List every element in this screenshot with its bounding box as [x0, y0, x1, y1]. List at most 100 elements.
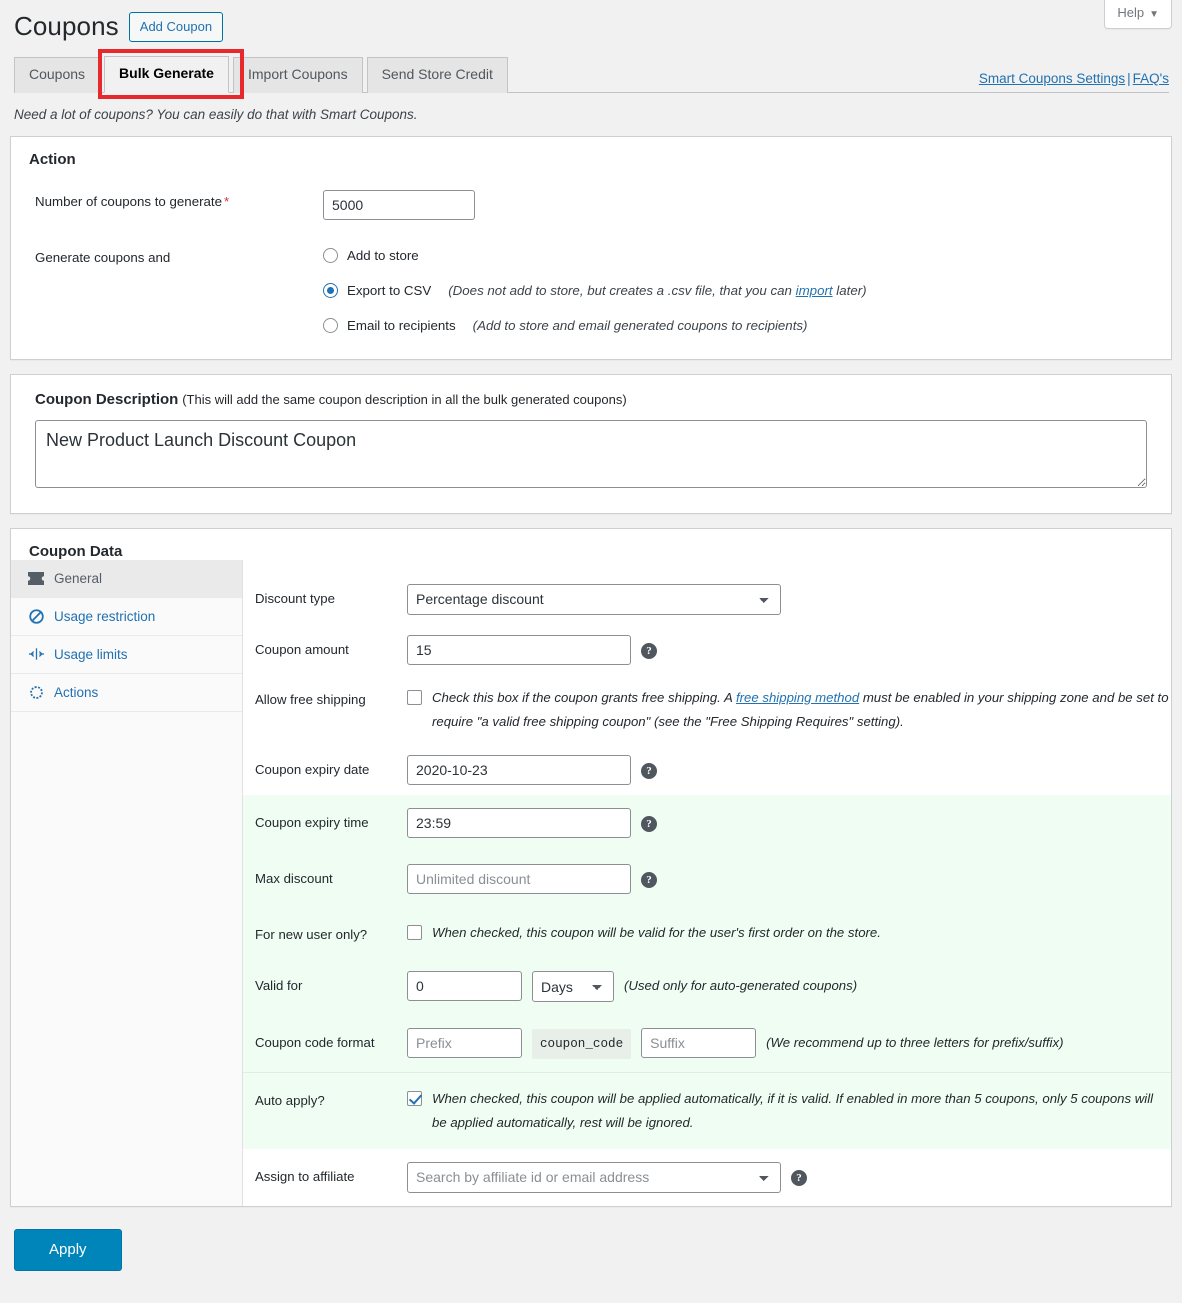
- radio-label-export-to-csv: Export to CSV: [347, 283, 431, 298]
- assign-to-affiliate-field: Search by affiliate id or email address …: [407, 1162, 1171, 1193]
- allow-free-shipping-row: Allow free shipping Check this box if th…: [243, 675, 1171, 745]
- allow-free-shipping-field: Check this box if the coupon grants free…: [407, 685, 1171, 735]
- max-discount-input[interactable]: [407, 864, 631, 894]
- coupon-expiry-time-input[interactable]: [407, 808, 631, 838]
- radio-icon-email-to-recipients[interactable]: [323, 318, 338, 333]
- tab-import-coupons[interactable]: Import Coupons: [233, 57, 363, 93]
- usage-limits-icon: [27, 647, 45, 661]
- coupon-data-panel: Coupon Data General Usage restriction: [10, 528, 1172, 1207]
- link-separator: |: [1125, 71, 1133, 86]
- smart-coupons-settings-link[interactable]: Smart Coupons Settings: [979, 71, 1125, 86]
- add-coupon-button[interactable]: Add Coupon: [129, 12, 223, 43]
- sidebar-item-general[interactable]: General: [11, 560, 242, 598]
- radio-label-add-to-store: Add to store: [347, 248, 419, 263]
- radio-add-to-store[interactable]: Add to store: [323, 248, 867, 263]
- tab-bar: Coupons Bulk Generate Import Coupons Sen…: [14, 58, 1169, 93]
- radio-hint-export-to-csv: (Does not add to store, but creates a .c…: [448, 283, 866, 298]
- coupon-data-inner: General Usage restriction Usage limits A…: [11, 560, 1171, 1206]
- coupon-code-format-row: Coupon code format coupon_code (We recom…: [243, 1015, 1171, 1072]
- valid-for-unit-select[interactable]: Days: [532, 971, 614, 1002]
- valid-for-row: Valid for Days (Used only for auto-gener…: [243, 958, 1171, 1015]
- coupon-amount-input[interactable]: [407, 635, 631, 665]
- help-tip-affiliate-icon[interactable]: ?: [791, 1170, 807, 1186]
- coupon-description-note: (This will add the same coupon descripti…: [182, 392, 626, 407]
- help-tip-expiry-date-icon[interactable]: ?: [641, 763, 657, 779]
- allow-free-shipping-checkbox[interactable]: [407, 690, 422, 705]
- auto-apply-checkbox[interactable]: [407, 1091, 422, 1106]
- coupon-code-format-hint: (We recommend up to three letters for pr…: [766, 1028, 1063, 1050]
- coupon-expiry-time-row: Coupon expiry time ?: [243, 795, 1171, 851]
- allow-free-shipping-text: Check this box if the coupon grants free…: [432, 685, 1171, 735]
- coupon-data-sidebar: General Usage restriction Usage limits A…: [11, 560, 243, 1206]
- page-title: Coupons: [14, 10, 119, 44]
- tab-send-store-credit[interactable]: Send Store Credit: [367, 57, 508, 93]
- discount-type-row: Discount type Percentage discount: [243, 574, 1171, 625]
- coupon-description-panel: Coupon Description (This will add the sa…: [10, 374, 1172, 514]
- discount-type-select[interactable]: Percentage discount: [407, 584, 781, 615]
- apply-button-wrap: Apply: [0, 1207, 1182, 1271]
- number-of-coupons-input[interactable]: [323, 190, 475, 220]
- faq-link[interactable]: FAQ's: [1133, 71, 1169, 86]
- radio-hint-email-to-recipients: (Add to store and email generated coupon…: [473, 318, 808, 333]
- auto-apply-row: Auto apply? When checked, this coupon wi…: [243, 1072, 1171, 1149]
- settings-links: Smart Coupons Settings|FAQ's: [979, 71, 1169, 86]
- sidebar-item-actions[interactable]: Actions: [11, 674, 242, 712]
- help-button[interactable]: Help ▼: [1104, 0, 1172, 29]
- tab-coupons[interactable]: Coupons: [14, 57, 100, 93]
- sidebar-item-usage-limits[interactable]: Usage limits: [11, 636, 242, 674]
- import-link[interactable]: import: [796, 283, 833, 298]
- new-user-only-checkbox[interactable]: [407, 925, 422, 940]
- sidebar-label-usage-limits: Usage limits: [54, 647, 128, 662]
- coupon-description-textarea[interactable]: New Product Launch Discount Coupon: [35, 420, 1147, 488]
- coupon-code-prefix-input[interactable]: [407, 1028, 522, 1058]
- free-shipping-method-link[interactable]: free shipping method: [736, 690, 859, 705]
- number-label-text: Number of coupons to generate: [35, 194, 222, 209]
- max-discount-field: ?: [407, 864, 1171, 894]
- sidebar-label-actions: Actions: [54, 685, 98, 700]
- assign-to-affiliate-row: Assign to affiliate Search by affiliate …: [243, 1149, 1171, 1206]
- coupon-code-format-field: coupon_code (We recommend up to three le…: [407, 1028, 1171, 1059]
- coupon-amount-row: Coupon amount ?: [243, 625, 1171, 675]
- sidebar-label-usage-restriction: Usage restriction: [54, 609, 155, 624]
- coupon-expiry-date-input[interactable]: [407, 755, 631, 785]
- free-shipping-text-pre: Check this box if the coupon grants free…: [432, 690, 736, 705]
- action-panel-title: Action: [11, 137, 1171, 168]
- assign-to-affiliate-select[interactable]: Search by affiliate id or email address: [407, 1162, 781, 1193]
- generate-options-row: Generate coupons and Add to store Export…: [11, 246, 1171, 333]
- apply-button[interactable]: Apply: [14, 1229, 122, 1271]
- allow-free-shipping-label: Allow free shipping: [255, 685, 407, 707]
- gear-icon: [27, 685, 45, 700]
- hint-post: later): [833, 283, 867, 298]
- auto-apply-text: When checked, this coupon will be applie…: [432, 1086, 1171, 1136]
- tab-bulk-generate[interactable]: Bulk Generate: [104, 56, 229, 93]
- coupon-description-field-wrap: New Product Launch Discount Coupon: [11, 408, 1171, 513]
- coupon-data-main: Discount type Percentage discount Coupon…: [243, 560, 1171, 1206]
- valid-for-input[interactable]: [407, 971, 522, 1001]
- sidebar-item-usage-restriction[interactable]: Usage restriction: [11, 598, 242, 636]
- radio-export-to-csv[interactable]: Export to CSV (Does not add to store, bu…: [323, 283, 867, 298]
- sidebar-label-general: General: [54, 571, 102, 586]
- chevron-down-icon: ▼: [1149, 9, 1159, 20]
- discount-type-field: Percentage discount: [407, 584, 1171, 615]
- ticket-icon: [27, 572, 45, 585]
- coupon-amount-label: Coupon amount: [255, 635, 407, 657]
- discount-type-label: Discount type: [255, 584, 407, 606]
- valid-for-field: Days (Used only for auto-generated coupo…: [407, 971, 1171, 1002]
- radio-email-to-recipients[interactable]: Email to recipients (Add to store and em…: [323, 318, 867, 333]
- required-asterisk: *: [224, 194, 229, 209]
- coupon-code-suffix-input[interactable]: [641, 1028, 756, 1058]
- radio-icon-add-to-store[interactable]: [323, 248, 338, 263]
- help-tip-coupon-amount-icon[interactable]: ?: [641, 643, 657, 659]
- generate-coupons-label: Generate coupons and: [35, 246, 323, 265]
- new-user-only-label: For new user only?: [255, 920, 407, 942]
- valid-for-label: Valid for: [255, 971, 407, 993]
- coupon-code-token: coupon_code: [532, 1029, 631, 1059]
- coupon-code-format-label: Coupon code format: [255, 1028, 407, 1050]
- assign-to-affiliate-label: Assign to affiliate: [255, 1162, 407, 1184]
- new-user-only-row: For new user only? When checked, this co…: [243, 907, 1171, 958]
- radio-icon-export-to-csv[interactable]: [323, 283, 338, 298]
- coupon-expiry-date-row: Coupon expiry date ?: [243, 745, 1171, 795]
- help-tip-expiry-time-icon[interactable]: ?: [641, 816, 657, 832]
- help-label: Help: [1117, 5, 1144, 20]
- help-tip-max-discount-icon[interactable]: ?: [641, 872, 657, 888]
